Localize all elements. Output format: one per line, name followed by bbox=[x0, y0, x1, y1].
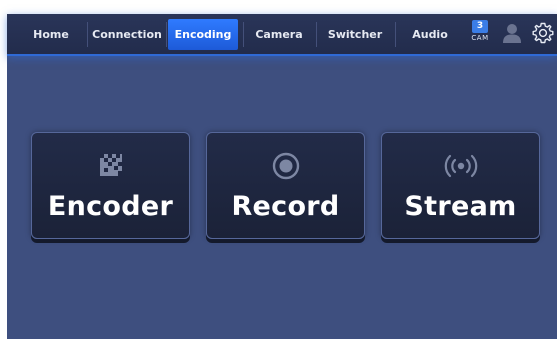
tab-camera[interactable]: Camera bbox=[246, 19, 312, 50]
nav-divider bbox=[395, 22, 396, 47]
record-button-label: Record bbox=[231, 191, 340, 222]
record-button[interactable]: Record bbox=[206, 132, 365, 239]
encoder-button-label: Encoder bbox=[47, 191, 174, 222]
tab-connection[interactable]: Connection bbox=[90, 19, 164, 50]
gear-icon[interactable] bbox=[531, 21, 555, 45]
tab-encoding[interactable]: Encoding bbox=[168, 19, 238, 50]
camera-count-label: CAM bbox=[471, 34, 489, 42]
encoder-icon bbox=[32, 149, 189, 183]
nav-divider bbox=[166, 22, 167, 47]
tab-switcher[interactable]: Switcher bbox=[319, 19, 391, 50]
tab-home[interactable]: Home bbox=[19, 19, 83, 50]
record-icon bbox=[207, 149, 364, 183]
nav-divider bbox=[243, 22, 244, 47]
stream-button-label: Stream bbox=[404, 191, 517, 222]
nav-divider bbox=[316, 22, 317, 47]
top-navbar: Home Connection Encoding Camera Switcher… bbox=[7, 14, 557, 56]
camera-count: 3 bbox=[472, 20, 488, 33]
encoder-button[interactable]: Encoder bbox=[31, 132, 190, 239]
app-window: Home Connection Encoding Camera Switcher… bbox=[7, 14, 557, 339]
stream-icon bbox=[382, 149, 539, 183]
nav-divider bbox=[87, 22, 88, 47]
camera-count-badge[interactable]: 3 CAM bbox=[468, 20, 492, 42]
tab-audio[interactable]: Audio bbox=[398, 19, 462, 50]
user-icon[interactable] bbox=[501, 22, 523, 44]
stream-button[interactable]: Stream bbox=[381, 132, 540, 239]
